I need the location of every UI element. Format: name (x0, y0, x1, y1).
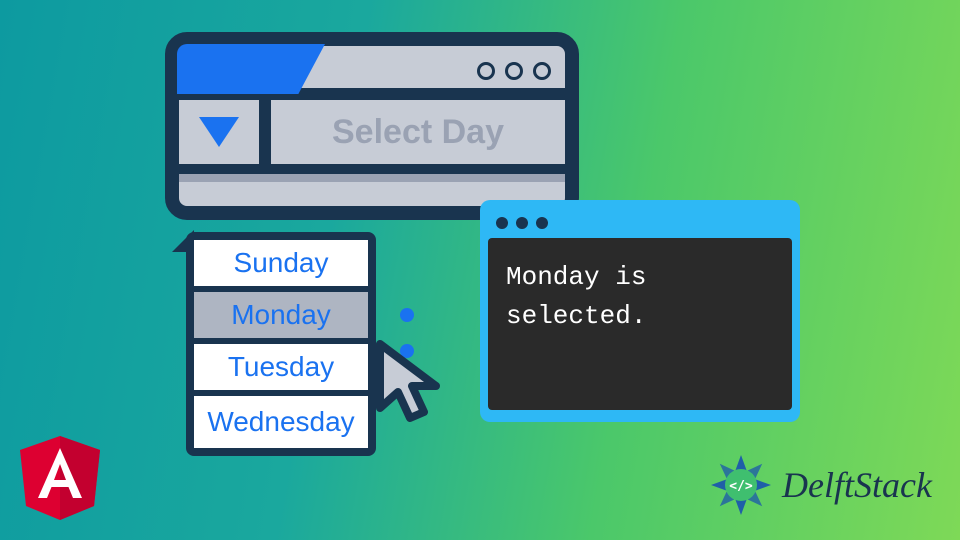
browser-footer (179, 164, 565, 182)
svg-text:</>: </> (729, 479, 753, 494)
dropdown-toggle[interactable] (179, 100, 271, 164)
brand-name: DelftStack (782, 464, 932, 506)
terminal-titlebar (488, 208, 792, 238)
select-placeholder: Select Day (271, 100, 565, 164)
terminal-dot-icon (536, 217, 548, 229)
dropdown-list: Sunday Monday Tuesday Wednesday (186, 232, 376, 456)
terminal-dot-icon (496, 217, 508, 229)
dropdown-option-tuesday[interactable]: Tuesday (194, 344, 368, 396)
browser-titlebar (179, 46, 565, 88)
angular-logo-icon (18, 434, 102, 522)
terminal-output: Monday is selected. (488, 238, 792, 410)
browser-window: Select Day (165, 32, 579, 220)
window-dot-icon (477, 62, 495, 80)
chevron-down-icon (197, 115, 241, 149)
dropdown-option-monday[interactable]: Monday (194, 292, 368, 344)
dropdown-option-sunday[interactable]: Sunday (194, 240, 368, 292)
select-bar: Select Day (179, 88, 565, 164)
window-dot-icon (505, 62, 523, 80)
browser-tab[interactable] (177, 44, 325, 94)
terminal-dot-icon (516, 217, 528, 229)
terminal-window: Monday is selected. (480, 200, 800, 422)
dropdown-option-wednesday[interactable]: Wednesday (194, 396, 368, 448)
delftstack-brand: </> DelftStack (708, 452, 932, 518)
window-controls[interactable] (477, 62, 551, 80)
window-dot-icon (533, 62, 551, 80)
delftstack-logo-icon: </> (708, 452, 774, 518)
cursor-icon (370, 338, 462, 430)
